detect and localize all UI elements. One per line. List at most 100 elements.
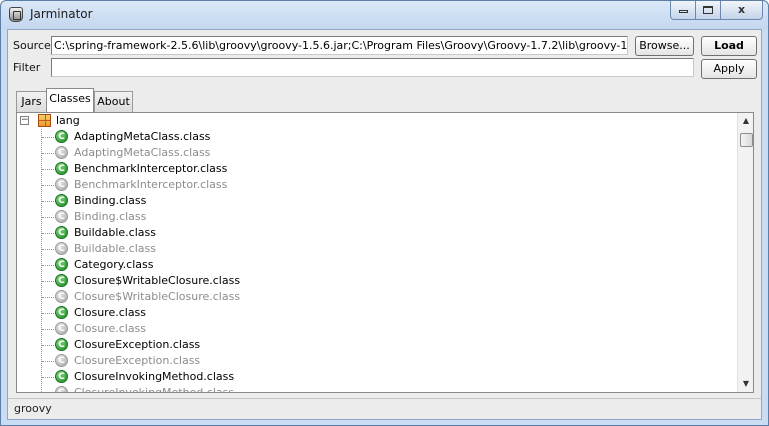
vertical-scrollbar[interactable]: ▲ ▼ [737, 113, 753, 392]
class-label: Binding.class [74, 194, 147, 207]
source-label: Source [13, 39, 51, 52]
class-label: ClosureException.class [74, 338, 201, 351]
class-label: Closure$WritableClosure.class [74, 290, 241, 303]
class-icon: C [55, 210, 68, 223]
minimize-button[interactable] [670, 1, 696, 20]
tree-guide-branch [42, 249, 54, 250]
tree-guide-branch [42, 345, 54, 346]
class-label: AdaptingMetaClass.class [74, 130, 211, 143]
status-bar: groovy [8, 398, 761, 419]
class-icon: C [55, 226, 68, 239]
class-icon: C [55, 322, 68, 335]
tree-node-class[interactable]: C ClosureException.class [17, 337, 737, 353]
tree-guide-branch [42, 153, 54, 154]
tree-node-class[interactable]: C Binding.class [17, 209, 737, 225]
class-icon: C [55, 194, 68, 207]
class-icon: C [55, 130, 68, 143]
class-icon: C [55, 354, 68, 367]
class-label: Buildable.class [74, 242, 156, 255]
tree-guide-branch [42, 377, 54, 378]
tree-node-class[interactable]: C AdaptingMetaClass.class [17, 129, 737, 145]
class-icon: C [55, 306, 68, 319]
class-tree-panel: − lang C AdaptingMetaClass.class C Adapting… [16, 112, 754, 393]
tree-node-class[interactable]: C AdaptingMetaClass.class [17, 145, 737, 161]
tree-guide-branch [42, 169, 54, 170]
class-label: Category.class [74, 258, 154, 271]
tree-node-class[interactable]: C ClosureInvokingMethod.class [17, 369, 737, 385]
apply-button[interactable]: Apply [701, 59, 757, 79]
source-input[interactable]: C:\spring-framework-2.5.6\lib\groovy\gro… [51, 36, 628, 55]
tree-node-class[interactable]: C ClosureException.class [17, 353, 737, 369]
class-label: BenchmarkInterceptor.class [74, 162, 228, 175]
tab-classes[interactable]: Classes [46, 88, 94, 112]
scroll-up-icon[interactable]: ▲ [738, 113, 754, 129]
tree-guide-branch [42, 217, 54, 218]
tree-guide-branch [42, 233, 54, 234]
tree-node-class[interactable]: C Binding.class [17, 193, 737, 209]
tree-node-class[interactable]: C Closure$WritableClosure.class [17, 273, 737, 289]
tree-guide-branch [42, 265, 54, 266]
tree-guide-branch [42, 185, 54, 186]
scroll-down-icon[interactable]: ▼ [738, 376, 754, 392]
class-label: ClosureInvokingMethod.class [74, 385, 234, 392]
filter-input[interactable] [51, 58, 694, 77]
class-icon: C [55, 386, 68, 392]
class-icon: C [55, 146, 68, 159]
class-icon: C [55, 338, 68, 351]
tab-jars[interactable]: Jars [16, 91, 47, 112]
filter-label: Filter [13, 61, 41, 74]
class-icon: C [55, 162, 68, 175]
tree-guide-branch [42, 329, 54, 330]
class-label: Closure.class [74, 322, 147, 335]
window-title: Jarminator [30, 7, 93, 21]
tree-guide-branch [42, 361, 54, 362]
class-icon: C [55, 290, 68, 303]
tree-guide-branch [42, 201, 54, 202]
scroll-thumb[interactable] [740, 133, 753, 147]
class-icon: C [55, 274, 68, 287]
tree-node-class[interactable]: C ClosureInvokingMethod.class [17, 385, 737, 392]
tree-guide-branch [42, 137, 54, 138]
class-label: Buildable.class [74, 226, 156, 239]
tree-node-class[interactable]: C Closure$WritableClosure.class [17, 289, 737, 305]
class-label: AdaptingMetaClass.class [74, 146, 211, 159]
tree-node-class[interactable]: C BenchmarkInterceptor.class [17, 177, 737, 193]
tree-node-class[interactable]: C Category.class [17, 257, 737, 273]
title-bar[interactable]: Jarminator x [1, 1, 768, 29]
jar-app-icon [9, 7, 23, 22]
tree-node-class[interactable]: C Closure.class [17, 305, 737, 321]
status-text: groovy [14, 402, 52, 415]
class-label: Binding.class [74, 210, 147, 223]
maximize-button[interactable] [695, 1, 721, 20]
tree-node-class[interactable]: C Closure.class [17, 321, 737, 337]
class-icon: C [55, 242, 68, 255]
minimize-icon [678, 10, 688, 13]
class-label: Closure.class [74, 306, 147, 319]
class-icon: C [55, 258, 68, 271]
class-label: Closure$WritableClosure.class [74, 274, 241, 287]
tree-node-class[interactable]: C Buildable.class [17, 241, 737, 257]
class-label: ClosureException.class [74, 354, 201, 367]
client-area: Source C:\spring-framework-2.5.6\lib\gro… [7, 29, 762, 420]
tree-node-class[interactable]: C BenchmarkInterceptor.class [17, 161, 737, 177]
tree-guide-branch [42, 281, 54, 282]
class-label: BenchmarkInterceptor.class [74, 178, 228, 191]
class-icon: C [55, 178, 68, 191]
tree-node-package[interactable]: − lang [17, 113, 737, 129]
browse-button[interactable]: Browse... [635, 36, 694, 56]
close-icon: x [737, 3, 746, 16]
tree-guide-branch [42, 297, 54, 298]
package-label: lang [56, 114, 80, 127]
class-tree[interactable]: − lang C AdaptingMetaClass.class C Adapting… [17, 113, 737, 392]
package-icon [38, 114, 51, 127]
app-window: Jarminator x Source C:\spring-framework-… [0, 0, 769, 426]
tree-node-class[interactable]: C Buildable.class [17, 225, 737, 241]
class-label: ClosureInvokingMethod.class [74, 370, 235, 383]
class-icon: C [55, 370, 68, 383]
maximize-icon [703, 6, 713, 14]
tree-guide-branch [42, 313, 54, 314]
load-button[interactable]: Load [701, 36, 757, 56]
tab-about[interactable]: About [94, 91, 133, 112]
collapse-icon[interactable]: − [20, 116, 29, 125]
close-button[interactable]: x [720, 1, 763, 20]
